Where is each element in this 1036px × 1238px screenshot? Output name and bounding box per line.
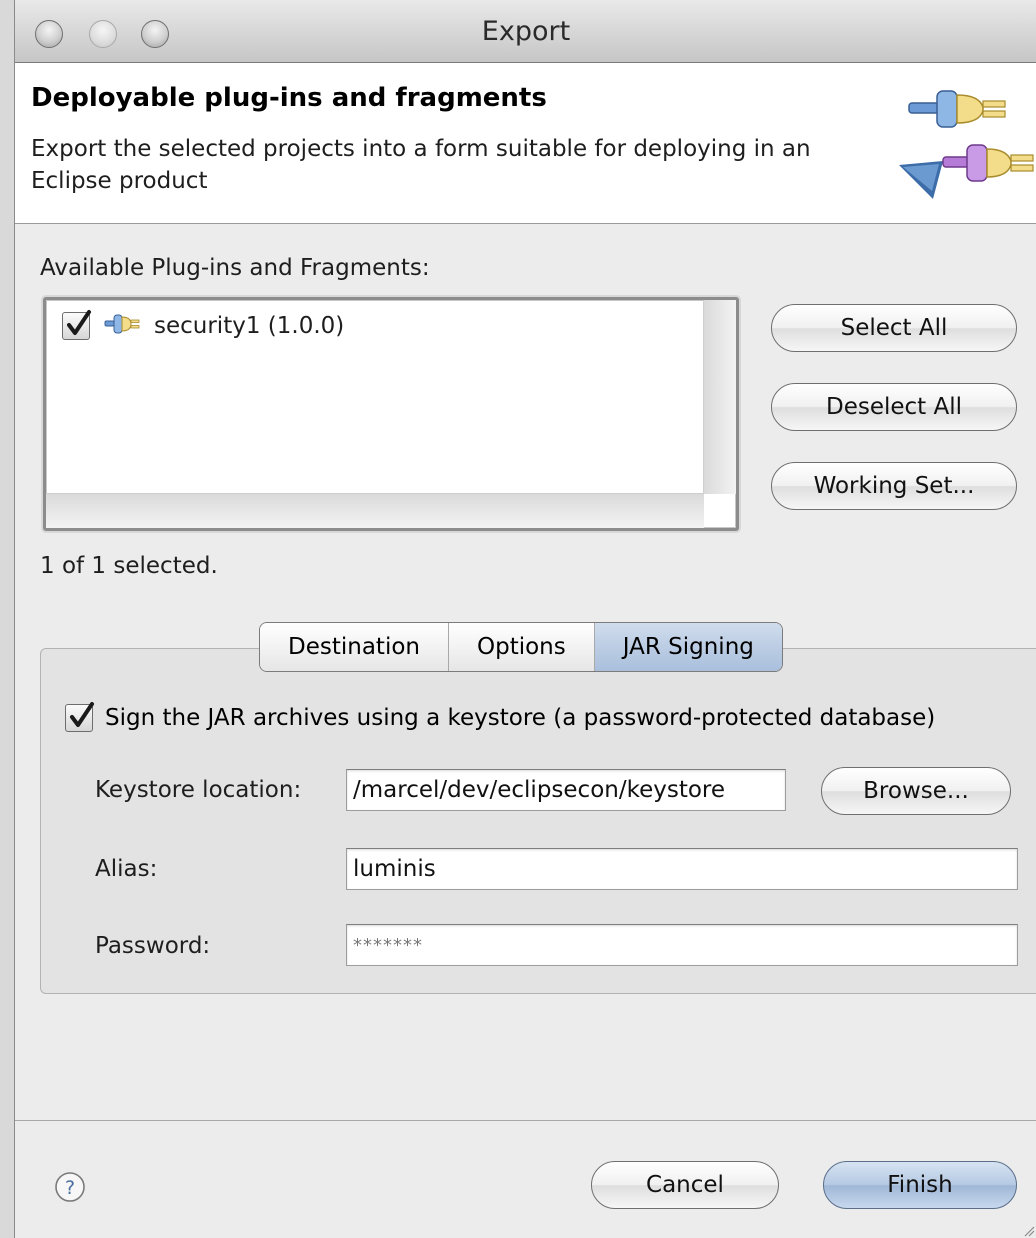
sign-jar-checkbox[interactable] [65, 702, 94, 732]
list-horizontal-scrollbar[interactable] [46, 493, 704, 528]
resize-grip-icon[interactable] [1021, 1222, 1035, 1237]
available-plugins-label: Available Plug-ins and Fragments: [40, 255, 430, 281]
title-bar: Export [15, 0, 1036, 63]
alias-field[interactable]: luminis [346, 848, 1018, 890]
finish-button[interactable]: Finish [823, 1161, 1017, 1209]
svg-text:?: ? [65, 1177, 75, 1199]
cancel-button[interactable]: Cancel [591, 1161, 779, 1209]
browse-button[interactable]: Browse... [821, 767, 1011, 815]
sign-jar-label: Sign the JAR archives using a keystore (… [105, 705, 936, 731]
export-dialog: Export Deployable plug-ins and fragments… [14, 0, 1036, 1238]
working-set-button[interactable]: Working Set... [771, 462, 1017, 510]
alias-label: Alias: [95, 856, 158, 882]
checkmark-icon [67, 310, 91, 335]
help-icon[interactable]: ? [53, 1170, 87, 1208]
tab-destination[interactable]: Destination [260, 623, 449, 671]
footer-divider [15, 1120, 1036, 1121]
page-title: Deployable plug-ins and fragments [31, 83, 547, 113]
tab-jar-signing[interactable]: JAR Signing [594, 623, 782, 671]
plugins-list[interactable]: security1 (1.0.0) [43, 297, 739, 531]
select-all-button[interactable]: Select All [771, 304, 1017, 352]
list-vertical-scrollbar[interactable] [703, 300, 736, 494]
plugin-icon [104, 313, 140, 339]
page-description: Export the selected projects into a form… [31, 136, 811, 194]
checkmark-icon [70, 702, 94, 727]
wizard-header: Deployable plug-ins and fragments Export… [15, 63, 1036, 224]
password-field[interactable]: ******* [346, 924, 1018, 966]
list-item[interactable]: security1 (1.0.0) [62, 308, 344, 344]
plugin-item-label: security1 (1.0.0) [154, 313, 345, 339]
tab-options[interactable]: Options [448, 623, 595, 671]
password-label: Password: [95, 933, 211, 959]
keystore-location-field[interactable]: /marcel/dev/eclipsecon/keystore [346, 769, 786, 811]
tab-bar: Destination Options JAR Signing [259, 622, 783, 672]
selection-status: 1 of 1 selected. [40, 553, 218, 579]
plugin-export-icon [887, 77, 1036, 211]
deselect-all-button[interactable]: Deselect All [771, 383, 1017, 431]
sign-jar-row[interactable]: Sign the JAR archives using a keystore (… [65, 702, 936, 732]
keystore-location-label: Keystore location: [95, 777, 302, 803]
window-title: Export [481, 16, 571, 47]
plugin-checkbox[interactable] [62, 310, 91, 340]
